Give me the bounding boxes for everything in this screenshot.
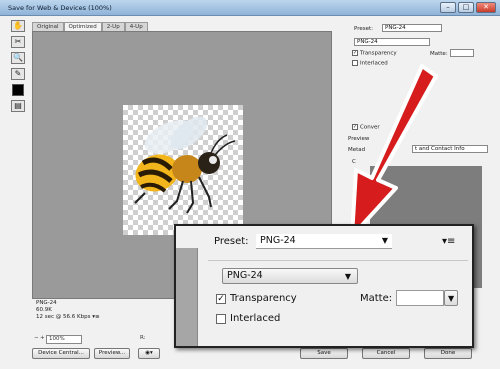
info-size: 60.9K — [36, 307, 52, 313]
transparency-checkbox-small[interactable]: ✓ — [352, 50, 358, 56]
browser-preview-button[interactable]: ◉▾ — [138, 348, 160, 359]
toolbox: ✋ ✂ 🔍 ✎ ▤ — [11, 20, 27, 112]
tab-original[interactable]: Original — [32, 22, 64, 31]
preset-select-small[interactable]: PNG-24 — [382, 24, 442, 32]
cancel-button[interactable]: Cancel — [362, 348, 410, 359]
device-central-button[interactable]: Device Central... — [32, 348, 90, 359]
maximize-button[interactable]: □ — [458, 2, 474, 13]
transparency-checkbox[interactable]: ✓ — [216, 294, 226, 304]
zoom-plus-icon[interactable]: + — [40, 335, 45, 341]
preset-label: Preset: — [214, 236, 249, 247]
preview-button[interactable]: Preview... — [94, 348, 130, 359]
matte-dropdown-arrow-icon: ▼ — [448, 294, 455, 303]
tab-4-up[interactable]: 4-Up — [124, 22, 148, 31]
transparency-row-small: ✓ Transparency — [352, 50, 397, 57]
zoom-tool-icon[interactable]: 🔍 — [11, 52, 25, 64]
matte-label: Matte: — [360, 293, 393, 304]
matte-label-small: Matte: — [430, 51, 448, 57]
info-download-time: 12 sec @ 56.6 Kbps ▾≡ — [36, 314, 100, 320]
eyedropper-tool-icon[interactable]: ✎ — [11, 68, 25, 80]
close-button[interactable]: ✕ — [476, 2, 496, 13]
tab-optimized[interactable]: Optimized — [63, 22, 102, 31]
image-info: PNG-24 60.9K 12 sec @ 56.6 Kbps ▾≡ — [36, 300, 100, 321]
window-title: Save for Web & Devices (100%) — [8, 4, 112, 12]
format-dropdown-arrow-icon: ▼ — [344, 272, 351, 281]
interlaced-checkbox[interactable] — [216, 314, 226, 324]
info-menu-icon[interactable]: ▾≡ — [92, 314, 99, 320]
done-button[interactable]: Done — [424, 348, 472, 359]
eyedropper-color-swatch[interactable] — [12, 84, 24, 96]
title-bar: Save for Web & Devices (100%) – □ ✕ — [0, 0, 500, 16]
zoom-level-field[interactable]: 100% — [46, 335, 82, 344]
transparency-label: Transparency — [230, 293, 297, 304]
panel-menu-icon[interactable]: ▾≡ — [442, 236, 455, 247]
preset-dropdown-arrow-icon: ▼ — [381, 236, 388, 245]
browser-icon: ◉▾ — [145, 350, 153, 356]
transparent-image-preview — [123, 105, 243, 235]
tab-2-up[interactable]: 2-Up — [101, 22, 125, 31]
view-tabs: Original Optimized 2-Up 4-Up — [32, 22, 148, 31]
matte-select-small[interactable] — [450, 49, 474, 57]
zoomed-settings-callout: Preset: PNG-24 ▼ ▾≡ PNG-24 ▼ ✓ Transpare… — [174, 224, 474, 348]
preset-label-small: Preset: — [354, 26, 374, 32]
toggle-slices-icon[interactable]: ▤ — [11, 100, 25, 112]
info-format: PNG-24 — [36, 300, 57, 306]
slice-select-tool-icon[interactable]: ✂ — [11, 36, 25, 48]
interlaced-label: Interlaced — [230, 313, 281, 324]
format-select[interactable]: PNG-24 ▼ — [222, 268, 358, 284]
callout-canvas-edge — [176, 248, 198, 346]
zoom-minus-icon[interactable]: − — [34, 335, 39, 341]
matte-select[interactable] — [396, 290, 444, 306]
red-readout-label: R: — [140, 335, 146, 341]
red-arrow-annotation — [350, 64, 438, 238]
minimize-button[interactable]: – — [440, 2, 456, 13]
save-button-small[interactable]: Save — [300, 348, 348, 359]
format-select-small[interactable]: PNG-24 — [354, 38, 430, 46]
divider — [208, 260, 468, 261]
matte-dropdown-button[interactable]: ▼ — [444, 290, 458, 306]
hand-tool-icon[interactable]: ✋ — [11, 20, 25, 32]
preset-select[interactable]: PNG-24 ▼ — [256, 234, 392, 249]
bee-image — [134, 116, 236, 214]
